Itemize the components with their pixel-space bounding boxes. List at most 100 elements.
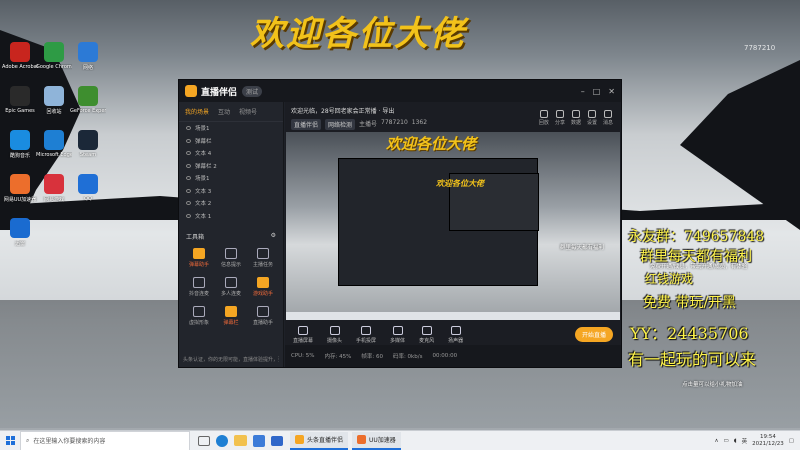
top-tool-label: 分享 <box>554 120 565 126</box>
mail-icon[interactable] <box>271 435 283 446</box>
sidebar-tab[interactable]: 我的场景 <box>185 107 209 116</box>
start-button[interactable] <box>0 431 20 450</box>
tool-label: 直播助手 <box>252 320 273 326</box>
room-chip[interactable]: 直播伴侣 <box>291 119 322 130</box>
toolbox-header: 工具箱 ⚙ <box>179 228 283 245</box>
top-tool[interactable]: 消息 <box>603 110 613 126</box>
desktop-icon[interactable]: 网易UU加速器 <box>2 174 38 214</box>
sidebar-tab[interactable]: 互动 <box>218 107 230 116</box>
taskbar: ⌕ 在这里输入你要搜索的内容 头条直播伴侣 UU加速器 ∧ ▭ ◖ 英 19:54… <box>0 430 800 450</box>
control-button[interactable]: 扬声器 <box>448 325 463 344</box>
eye-icon[interactable] <box>186 201 191 206</box>
edge-icon[interactable] <box>216 434 228 447</box>
eye-icon[interactable] <box>186 151 191 156</box>
desktop-icon[interactable]: Microsoft Edge <box>36 130 72 170</box>
tool-item[interactable]: 直播助手 <box>247 306 279 326</box>
maximize-icon[interactable]: □ <box>593 87 601 96</box>
top-tool-label: 数据 <box>570 120 581 126</box>
source-item[interactable]: 弹幕栏 2 <box>179 160 283 173</box>
tool-item[interactable]: 多人连麦 <box>215 277 247 297</box>
tool-item[interactable]: 主播任务 <box>247 248 279 268</box>
room-chip[interactable]: 网络检测 <box>325 119 356 130</box>
tool-icon <box>257 306 269 317</box>
source-item[interactable]: 场景1 <box>179 122 283 135</box>
top-tool-icon <box>539 110 548 118</box>
taskbar-app-icon <box>357 435 367 444</box>
taskbar-app[interactable]: 头条直播伴侣 <box>290 431 349 450</box>
windows-icon <box>5 436 15 445</box>
eye-icon[interactable] <box>186 213 191 218</box>
source-item[interactable]: 弹幕栏 <box>179 135 283 148</box>
eye-icon[interactable] <box>186 126 191 131</box>
desktop-icon[interactable]: Epic Games <box>2 86 38 126</box>
taskbar-search[interactable]: ⌕ 在这里输入你要搜索的内容 <box>20 430 190 450</box>
clock[interactable]: 19:54 2021/12/23 <box>752 434 784 448</box>
desktop-icon[interactable]: Google Chrome <box>36 42 72 82</box>
close-icon[interactable]: ✕ <box>608 87 615 96</box>
minimize-icon[interactable]: – <box>581 87 585 96</box>
toolbox-settings-icon[interactable]: ⚙ <box>271 232 276 241</box>
taskbar-app[interactable]: UU加速器 <box>352 431 401 450</box>
control-icon <box>329 325 340 335</box>
sidebar-tab[interactable]: 视频号 <box>239 107 257 116</box>
room-chip: 1362 <box>411 119 428 126</box>
eye-icon[interactable] <box>186 188 191 193</box>
source-label: 场景1 <box>195 176 210 183</box>
control-button[interactable]: 摄像头 <box>327 325 342 344</box>
source-label: 弹幕栏 <box>195 138 212 145</box>
store-icon[interactable] <box>253 434 265 447</box>
source-item[interactable]: 场景1 <box>179 172 283 185</box>
tool-item[interactable]: 抖音连麦 <box>183 277 215 297</box>
task-view-icon[interactable] <box>198 435 210 446</box>
preview-taskbar <box>286 312 620 320</box>
tool-item[interactable]: 弹幕栏 <box>215 306 247 326</box>
tool-item[interactable]: 信息提示 <box>215 248 247 268</box>
source-item[interactable]: 文本 2 <box>179 197 283 210</box>
control-button[interactable]: 麦克风 <box>419 325 434 344</box>
top-tool[interactable]: 回放 <box>539 110 549 126</box>
tool-label: 抖音连麦 <box>188 291 209 297</box>
ime-indicator[interactable]: 英 <box>742 437 748 445</box>
desktop-icon[interactable]: GeForce Experience <box>70 86 106 126</box>
top-tool-icon <box>571 110 580 118</box>
file-explorer-icon[interactable] <box>234 435 247 446</box>
control-button[interactable]: 多媒体 <box>390 325 405 344</box>
network-icon[interactable]: ▭ <box>723 438 728 444</box>
eye-icon[interactable] <box>186 138 191 143</box>
app-icon <box>10 174 30 194</box>
search-placeholder: 在这里输入你要搜索的内容 <box>33 438 106 445</box>
live-preview[interactable]: 欢迎各位大佬 欢迎各位大佬 <box>286 132 620 320</box>
desktop-icon[interactable]: Steam <box>70 130 106 170</box>
tool-item[interactable]: 游戏助手 <box>247 277 279 297</box>
desktop-icon[interactable]: 网络 <box>70 42 106 82</box>
desktop-icon[interactable]: 网易游戏 <box>36 174 72 214</box>
app-icon <box>10 42 30 62</box>
volume-icon[interactable]: ◖ <box>734 438 737 444</box>
desktop-icon[interactable]: QQ <box>70 174 106 214</box>
source-item[interactable]: 文本 3 <box>179 185 283 198</box>
tool-item[interactable]: 弹幕助手 <box>183 248 215 268</box>
desktop-icon-label: GeForce Experience <box>70 108 106 114</box>
desktop-icon-label: Google Chrome <box>36 64 72 70</box>
desktop-icon[interactable]: 酷狗音乐 <box>2 130 38 170</box>
desktop-icon-label: Steam <box>79 152 97 158</box>
top-tool[interactable]: 数据 <box>571 110 581 126</box>
control-button[interactable]: 直播屏幕 <box>293 325 313 344</box>
desktop-icon[interactable]: Adobe Acrobat <box>2 42 38 82</box>
top-tool[interactable]: 分享 <box>555 110 565 126</box>
control-button[interactable]: 手机投屏 <box>356 325 376 344</box>
eye-icon[interactable] <box>186 163 191 168</box>
tray-chevron-icon[interactable]: ∧ <box>714 438 718 444</box>
welcome-banner: 欢迎各位大佬 <box>250 14 466 54</box>
source-item[interactable]: 文本 1 <box>179 210 283 223</box>
eye-icon[interactable] <box>186 176 191 181</box>
notification-icon[interactable]: ▢ <box>789 438 794 444</box>
go-live-button[interactable]: 开始直播 <box>574 327 613 342</box>
desktop-icon[interactable]: 回收站 <box>36 86 72 126</box>
tool-icon <box>225 277 237 288</box>
source-item[interactable]: 文本 4 <box>179 147 283 160</box>
desktop-icon[interactable]: 迅雷 <box>2 218 38 258</box>
clock-time: 19:54 <box>760 433 776 440</box>
tool-item[interactable]: 虚拟形象 <box>183 306 215 326</box>
top-tool[interactable]: 设置 <box>587 110 597 126</box>
